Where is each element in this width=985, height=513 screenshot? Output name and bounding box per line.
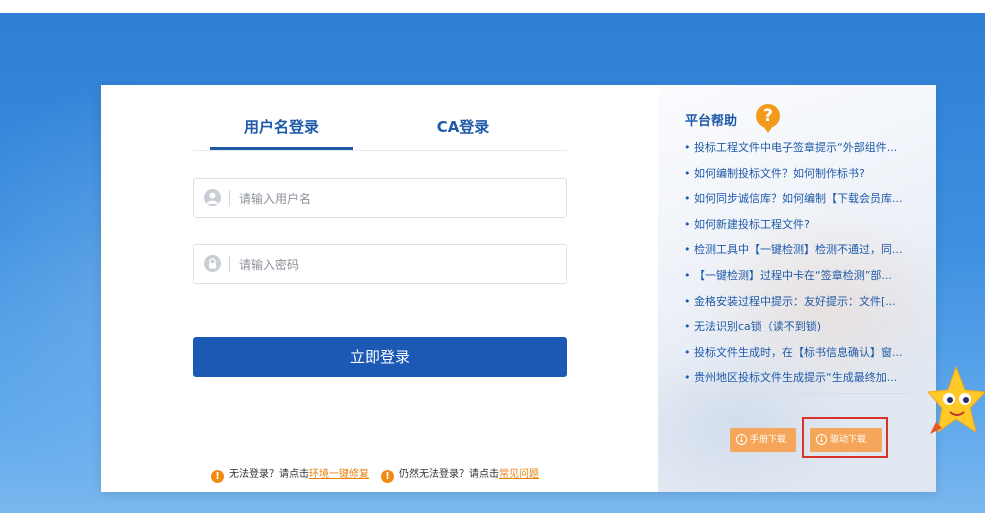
help-item[interactable]: • 如何同步诚信库？如何编制【下载会员库... (684, 189, 924, 215)
question-mark-icon: ? (756, 104, 780, 133)
login-card: 用户名登录 CA登录 立即登录 (101, 85, 936, 492)
warning-icon: ! (381, 470, 394, 483)
password-field (193, 244, 567, 284)
help-list: • 投标工程文件中电子签章提示“外部组件... • 如何编制投标文件？如何制作标书?… (684, 138, 924, 394)
env-repair-link[interactable]: 环境一键修复 (309, 469, 369, 480)
help-item[interactable]: • 【一键检测】过程中卡在“签章检测”部... (684, 266, 924, 292)
username-input[interactable] (237, 186, 556, 212)
help-panel: 平台帮助 ? • 投标工程文件中电子签章提示“外部组件... • 如何编制投标文件？… (658, 85, 936, 492)
login-tips: ! 无法登录？请点击环境一键修复! 仍然无法登录？请点击常见问题 (211, 467, 539, 483)
tab-ca-login[interactable]: CA登录 (368, 109, 558, 149)
help-item[interactable]: • 如何编制投标文件？如何制作标书? (684, 164, 924, 190)
highlight-box (802, 417, 888, 458)
manual-download-label: 手册下载 (750, 435, 787, 445)
manual-download-button[interactable]: ↓ 手册下载 (730, 428, 796, 452)
tip-text-1: 无法登录？请点击 (229, 469, 309, 480)
mascot-icon (928, 365, 985, 434)
help-item[interactable]: • 无法识别ca锁（读不到锁) (684, 317, 924, 343)
login-panel: 用户名登录 CA登录 立即登录 (101, 85, 658, 492)
login-tabs: 用户名登录 CA登录 (193, 109, 567, 151)
help-item[interactable]: • 如何新建投标工程文件? (684, 215, 924, 241)
help-item[interactable]: • 投标文件生成时，在【标书信息确认】窗... (684, 343, 924, 369)
download-icon: ↓ (736, 434, 747, 445)
lock-icon (204, 255, 221, 272)
help-item[interactable]: • 贵州地区投标文件生成提示“生成最终加... (684, 368, 924, 394)
help-title: 平台帮助 (685, 114, 738, 129)
password-input[interactable] (237, 252, 556, 278)
tab-username-login[interactable]: 用户名登录 (210, 109, 353, 150)
username-field (193, 178, 567, 218)
help-item[interactable]: • 投标工程文件中电子签章提示“外部组件... (684, 138, 924, 164)
field-separator (229, 256, 230, 272)
login-button[interactable]: 立即登录 (193, 337, 567, 377)
tip-text-2: 仍然无法登录？请点击 (399, 469, 499, 480)
warning-icon: ! (211, 470, 224, 483)
faq-link[interactable]: 常见问题 (499, 469, 539, 480)
help-item[interactable]: • 检测工具中【一键检测】检测不通过，同... (684, 240, 924, 266)
help-divider (684, 393, 910, 394)
help-item[interactable]: • 金格安装过程中提示：友好提示：文件[... (684, 292, 924, 318)
user-icon (204, 189, 221, 206)
field-separator (229, 190, 230, 206)
